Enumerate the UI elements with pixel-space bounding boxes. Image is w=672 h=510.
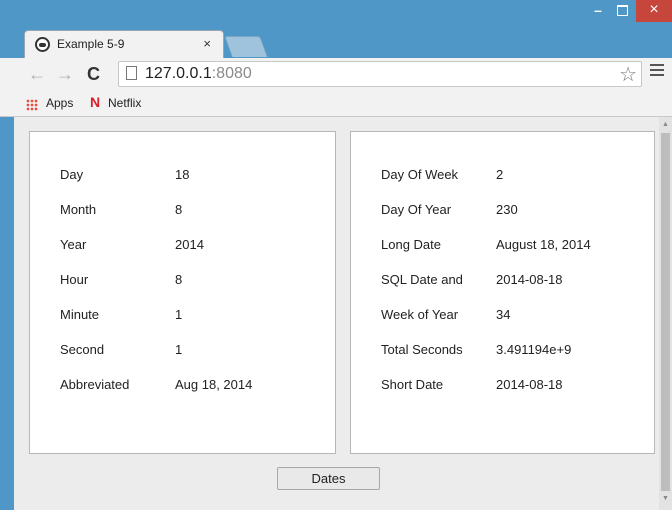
netflix-icon[interactable]: N [90,94,100,110]
row-label: Total Seconds [381,342,463,357]
row-value: 3.491194e+9 [496,342,572,357]
row-value: Aug 18, 2014 [175,377,253,392]
row-label: Second [60,342,105,357]
row-value: 1 [175,307,183,322]
row-value: August 18, 2014 [496,237,591,252]
row-value: 18 [175,167,190,182]
row-value: 2014-08-18 [496,272,563,287]
url-port: :8080 [211,65,252,82]
row-label: Day Of Year [381,202,452,217]
row-label: Short Date [381,377,444,392]
address-bar[interactable]: 127.0.0.1:8080 ☆ [118,61,642,87]
chrome-menu-icon[interactable] [650,64,664,79]
bookmark-apps[interactable]: Apps [46,96,73,110]
row-label: Day [60,167,84,182]
page-content: Day 18 Month 8 Year 2014 Hour 8 Minute 1… [14,117,659,510]
browser-toolbar: ← → C 127.0.0.1:8080 ☆ [0,58,672,92]
tab-title: Example 5-9 [57,37,125,51]
tab-example-5-9[interactable]: Example 5-9 × [24,30,224,58]
close-window-button[interactable]: × [636,0,672,22]
minimize-button[interactable]: – [588,0,608,22]
row-label: Week of Year [381,307,459,322]
row-label: Year [60,237,87,252]
scroll-thumb[interactable] [661,133,670,491]
tab-close-icon[interactable]: × [203,36,211,51]
row-value: 2014 [175,237,204,252]
row-label: SQL Date and [381,272,463,287]
new-tab-button[interactable] [224,36,268,57]
dates-button[interactable]: Dates [277,467,380,490]
bookmark-netflix[interactable]: Netflix [108,96,141,110]
row-value: 8 [175,272,183,287]
url-host: 127.0.0.1 [145,65,212,82]
scroll-up-icon[interactable]: ▲ [662,121,669,128]
url-text: 127.0.0.1:8080 [145,65,252,83]
page-icon [126,66,137,80]
row-value: 34 [496,307,511,322]
bookmarks-bar: Apps N Netflix [0,92,672,117]
date-parts-panel: Day 18 Month 8 Year 2014 Hour 8 Minute 1… [29,131,336,454]
vertical-scrollbar[interactable]: ▲ ▼ [659,117,672,510]
forward-arrow-icon[interactable]: → [56,64,74,85]
row-value: 1 [175,342,183,357]
row-label: Month [60,202,97,217]
apps-grid-icon[interactable] [26,99,38,111]
chrome-app-icon [35,37,50,52]
row-value: 230 [496,202,518,217]
row-label: Minute [60,307,100,322]
back-arrow-icon[interactable]: ← [28,64,46,85]
row-label: Abbreviated [60,377,130,392]
scroll-down-icon[interactable]: ▼ [662,495,669,502]
row-value: 2014-08-18 [496,377,563,392]
bookmark-star-icon[interactable]: ☆ [619,62,637,87]
date-formats-panel: Day Of Week 2 Day Of Year 230 Long Date … [350,131,655,454]
tab-strip: Example 5-9 × – × [0,0,672,58]
reload-icon[interactable]: C [87,64,100,85]
browser-window: Example 5-9 × – × ← → C 127.0.0.1:8080 ☆… [0,0,672,510]
row-label: Hour [60,272,89,287]
row-label: Long Date [381,237,441,252]
row-label: Day Of Week [381,167,459,182]
maximize-icon [616,5,628,16]
row-value: 2 [496,167,504,182]
maximize-button[interactable] [612,0,632,22]
row-value: 8 [175,202,183,217]
